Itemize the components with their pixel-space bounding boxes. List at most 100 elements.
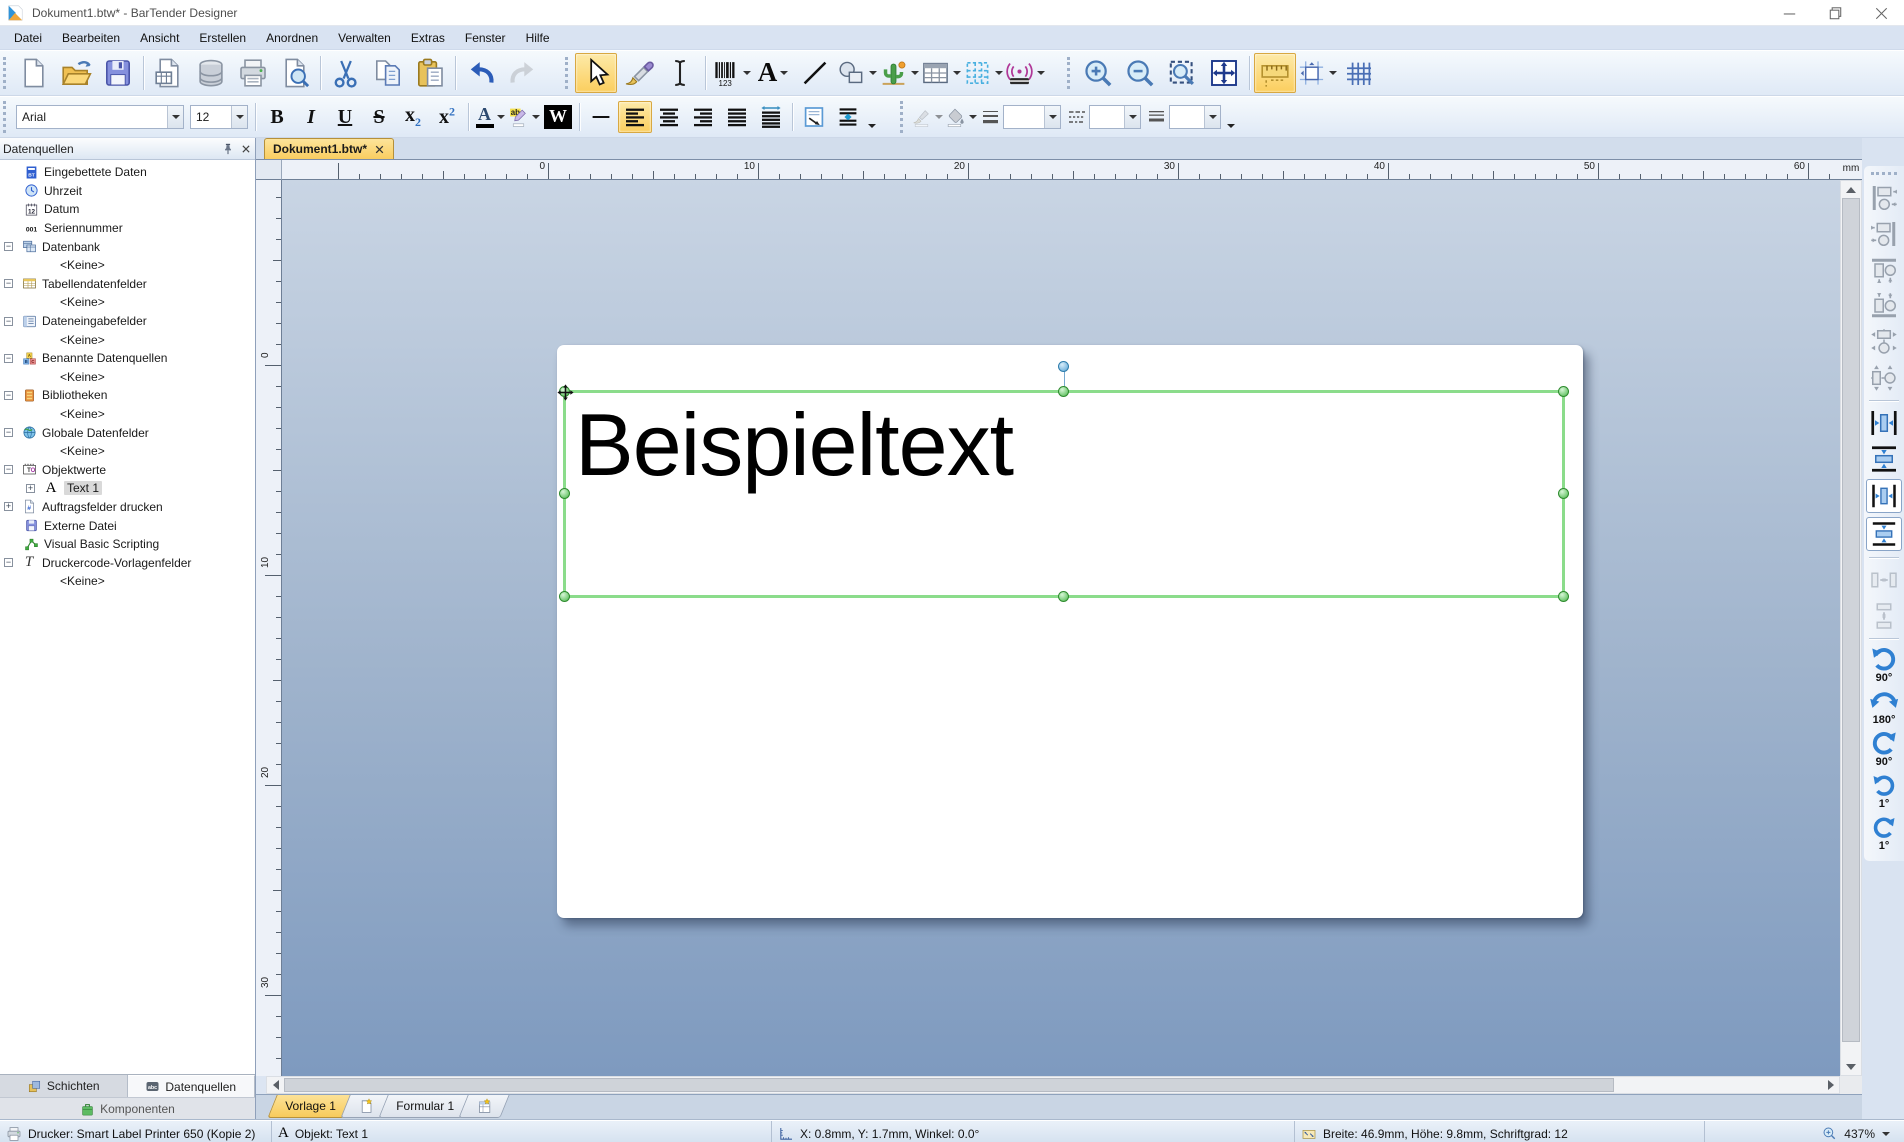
align-justify-button[interactable] [720,101,754,133]
selection-handle-ne[interactable] [1558,386,1569,397]
vertical-scrollbar[interactable] [1840,180,1862,1076]
rotate-cw-1-button[interactable]: 1° [1865,811,1903,853]
tree-item-objektwerte[interactable]: −TOObjektwerte [0,461,255,480]
menu-datei[interactable]: Datei [4,26,52,50]
chevron-down-icon[interactable] [497,115,505,119]
tree-item-text-1[interactable]: +AText 1 [0,479,255,498]
align-center-vertical-button[interactable] [1865,324,1903,360]
new-document-button[interactable] [13,53,55,93]
menu-verwalten[interactable]: Verwalten [328,26,401,50]
components-tab[interactable]: Komponenten [0,1097,255,1120]
tree-item-globale-datenfelder[interactable]: −Globale Datenfelder [0,423,255,442]
collapse-icon[interactable]: − [4,465,13,474]
scroll-right-icon[interactable] [1822,1077,1839,1093]
chevron-down-icon[interactable] [1882,1132,1890,1136]
toolbar-drag-handle[interactable] [900,101,904,133]
menu-hilfe[interactable]: Hilfe [516,26,560,50]
equal-horizontal-spacing-button[interactable] [1865,562,1903,598]
toolbar-drag-handle[interactable] [3,57,7,89]
menu-extras[interactable]: Extras [401,26,455,50]
fill-color-button[interactable] [944,101,978,133]
menu-ansicht[interactable]: Ansicht [130,26,189,50]
chevron-down-icon[interactable] [1124,106,1140,128]
compound-line-combo[interactable] [1147,105,1221,129]
pin-icon[interactable] [219,140,237,158]
horizontal-ruler[interactable]: 0102030405060 [282,160,1840,180]
layout-grid-tool-button[interactable] [962,53,1004,93]
strikethrough-button[interactable]: S [362,101,396,133]
tree-item-keine[interactable]: <Keine> [0,572,255,591]
chevron-down-icon[interactable] [911,71,919,75]
sheet-tab-formular-1[interactable]: Formular 1 [378,1095,471,1118]
toolbar-overflow-button[interactable] [1224,102,1238,132]
selection-handle-sw[interactable] [559,591,570,602]
tree-item-externe-datei[interactable]: Externe Datei [0,516,255,535]
select-tool-button[interactable] [575,53,617,93]
tree-item-benannte-datenquellen[interactable]: −ABCBenannte Datenquellen [0,349,255,368]
menu-anordnen[interactable]: Anordnen [256,26,328,50]
tree-item-datum[interactable]: 12Datum [0,200,255,219]
panel-tab-schichten[interactable]: Schichten [0,1075,128,1097]
tree-item-druckercode-vorlagenfelder[interactable]: −TDruckercode-Vorlagenfelder [0,553,255,572]
paste-button[interactable] [409,53,451,93]
toolbar-drag-handle[interactable] [3,101,7,133]
chevron-down-icon[interactable] [1044,106,1060,128]
zoom-out-button[interactable] [1119,53,1161,93]
tree-item-keine[interactable]: <Keine> [0,330,255,349]
text-object[interactable]: Beispieltext [575,393,1013,497]
subscript-button[interactable]: x2 [396,101,430,133]
chevron-down-icon[interactable] [743,71,751,75]
toolbar-drag-handle[interactable] [1067,57,1071,89]
rotate-180-button[interactable]: 180° [1865,685,1903,727]
print-preview-button[interactable] [274,53,316,93]
selected-text-object[interactable]: Beispieltext [563,390,1565,598]
tree-item-eingebettete-daten[interactable]: BTEingebettete Daten [0,163,255,182]
toolbar-drag-handle[interactable] [565,57,569,89]
italic-button[interactable]: I [294,101,328,133]
line-weight-combo[interactable] [981,105,1061,129]
underline-button[interactable]: U [328,101,362,133]
align-stretch-button[interactable] [754,101,788,133]
menu-erstellen[interactable]: Erstellen [189,26,256,50]
text-tool-button[interactable]: A [752,53,794,93]
pan-button[interactable] [1203,53,1245,93]
tree-item-dateneingabefelder[interactable]: −Dateneingabefelder [0,312,255,331]
align-right-edges-button[interactable] [1865,216,1903,252]
chevron-down-icon[interactable] [780,71,788,75]
save-button[interactable] [97,53,139,93]
print-button[interactable] [232,53,274,93]
collapse-icon[interactable]: − [4,354,13,363]
text-cursor-button[interactable] [659,53,701,93]
cut-button[interactable] [325,53,367,93]
rotate-ccw-1-button[interactable]: 1° [1865,769,1903,811]
document-tab[interactable]: Dokument1.btw* [264,138,394,159]
design-canvas[interactable]: Beispieltext [282,180,1840,1076]
font-family-combo[interactable]: Arial [16,105,184,129]
collapse-icon[interactable]: − [4,242,13,251]
align-center-horizontal-button[interactable] [1865,360,1903,396]
scroll-down-icon[interactable] [1841,1058,1861,1075]
highlight-button[interactable]: ab [507,101,541,133]
chevron-down-icon[interactable] [1329,71,1337,75]
shape-tool-button[interactable] [836,53,878,93]
tree-item-keine[interactable]: <Keine> [0,293,255,312]
zoom-in-button[interactable] [1077,53,1119,93]
equal-vertical-spacing-button[interactable] [1865,598,1903,634]
align-top-edges-button[interactable] [1865,252,1903,288]
align-left-edges-button[interactable] [1865,180,1903,216]
menu-bearbeiten[interactable]: Bearbeiten [52,26,130,50]
close-panel-icon[interactable] [237,140,255,158]
minimize-button[interactable] [1766,0,1812,26]
image-tool-button[interactable] [878,53,920,93]
rotation-handle[interactable] [1058,361,1069,372]
maximize-button[interactable] [1812,0,1858,26]
selection-handle-e[interactable] [1558,488,1569,499]
ruler-button[interactable] [1254,53,1296,93]
move-handle-icon[interactable] [556,383,575,402]
text-wrap-button[interactable] [797,101,831,133]
center-vertically-button[interactable] [1865,441,1903,477]
chevron-down-icon[interactable] [1037,71,1045,75]
zoom-selection-button[interactable] [1161,53,1203,93]
chevron-down-icon[interactable] [953,71,961,75]
selection-handle-s[interactable] [1058,591,1069,602]
